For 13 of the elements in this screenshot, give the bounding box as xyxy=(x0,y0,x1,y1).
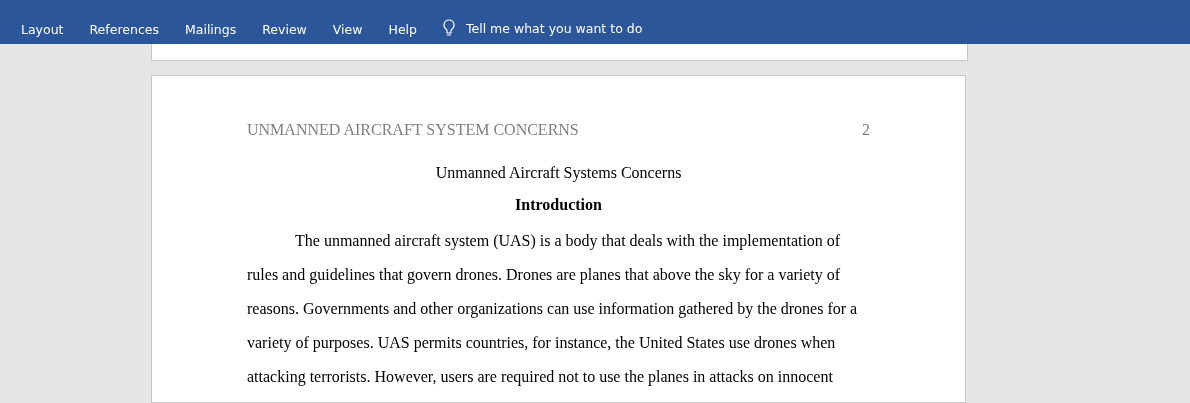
ribbon-tab[interactable]: Mailings xyxy=(171,22,250,37)
ribbon-tab[interactable]: Review xyxy=(249,22,320,37)
lightbulb-icon xyxy=(442,19,456,37)
running-head: UNMANNED AIRCRAFT SYSTEM CONCERNS xyxy=(247,121,579,139)
document-title: Unmanned Aircraft Systems Concerns xyxy=(434,164,683,182)
ribbon-tab[interactable]: Help xyxy=(375,22,430,37)
ribbon-tab[interactable]: References xyxy=(76,22,172,37)
page-number: 2 xyxy=(862,121,870,139)
body-paragraph: The unmanned aircraft system (UAS) is a body that deals with the implementation of rules and guidelines that govern drones. Drones are planes that above the sky for a variety of reasons. Governments and other organizations can use information gathered by the drones for a variety of purposes. UAS permits countries, for instance, the United States use drones when attacking terrorists. However, users are required not to use the planes in attacks on innocent xyxy=(247,231,859,388)
tell-me-search[interactable]: Tell me what you want to do xyxy=(466,20,643,36)
ribbon-tab[interactable]: Layout xyxy=(8,22,77,37)
section-heading: Introduction xyxy=(514,196,603,214)
ribbon-tab[interactable]: View xyxy=(319,22,376,37)
